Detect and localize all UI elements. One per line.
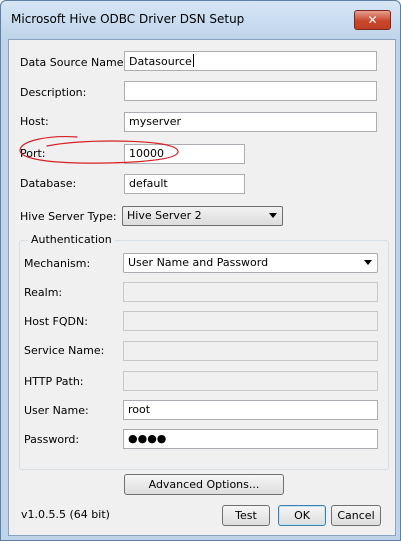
port-label: Port: [20,147,46,160]
password-input[interactable]: ●●●● [123,429,378,449]
data-source-name-label: Data Source Name: [20,56,128,69]
chevron-down-icon [269,213,277,218]
close-button[interactable]: ✕ [354,10,391,30]
hive-server-type-value: Hive Server 2 [127,209,202,222]
host-label: Host: [20,115,49,128]
test-button[interactable]: Test [222,505,270,526]
hive-server-type-label: Hive Server Type: [20,210,117,223]
data-source-name-value: Datasource [129,55,192,68]
realm-label: Realm: [24,286,63,299]
user-name-label: User Name: [24,404,89,417]
description-label: Description: [20,86,87,99]
close-icon: ✕ [367,13,378,27]
mechanism-select[interactable]: User Name and Password [123,253,378,273]
authentication-group: Authentication Mechanism: User Name and … [19,233,389,470]
mechanism-value: User Name and Password [128,256,269,269]
title-bar[interactable]: Microsoft Hive ODBC Driver DSN Setup ✕ [1,1,400,39]
cancel-button[interactable]: Cancel [331,505,381,526]
host-fqdn-label: Host FQDN: [24,315,88,328]
service-name-input[interactable] [123,341,378,361]
description-input[interactable] [124,81,377,101]
service-name-label: Service Name: [24,344,105,357]
dialog-body: Data Source Name: Datasource Description… [8,39,396,536]
database-input[interactable]: default [124,174,245,194]
user-name-input[interactable]: root [123,400,378,420]
authentication-group-title: Authentication [28,233,115,246]
dsn-setup-window: Microsoft Hive ODBC Driver DSN Setup ✕ D… [0,0,401,541]
window-title: Microsoft Hive ODBC Driver DSN Setup [11,12,245,26]
realm-input[interactable] [123,282,378,302]
http-path-label: HTTP Path: [24,375,84,388]
ok-button[interactable]: OK [278,505,326,526]
data-source-name-input[interactable]: Datasource [124,51,377,71]
hive-server-type-select[interactable]: Hive Server 2 [122,206,283,226]
host-fqdn-input[interactable] [123,311,378,331]
version-label: v1.0.5.5 (64 bit) [21,508,110,521]
database-label: Database: [20,177,77,190]
advanced-options-button[interactable]: Advanced Options... [124,474,284,495]
text-cursor [192,54,194,67]
mechanism-label: Mechanism: [24,257,91,270]
port-input[interactable]: 10000 [124,144,245,164]
password-label: Password: [24,433,80,446]
http-path-input[interactable] [123,371,378,391]
host-input[interactable]: myserver [124,112,377,132]
chevron-down-icon [364,260,372,265]
